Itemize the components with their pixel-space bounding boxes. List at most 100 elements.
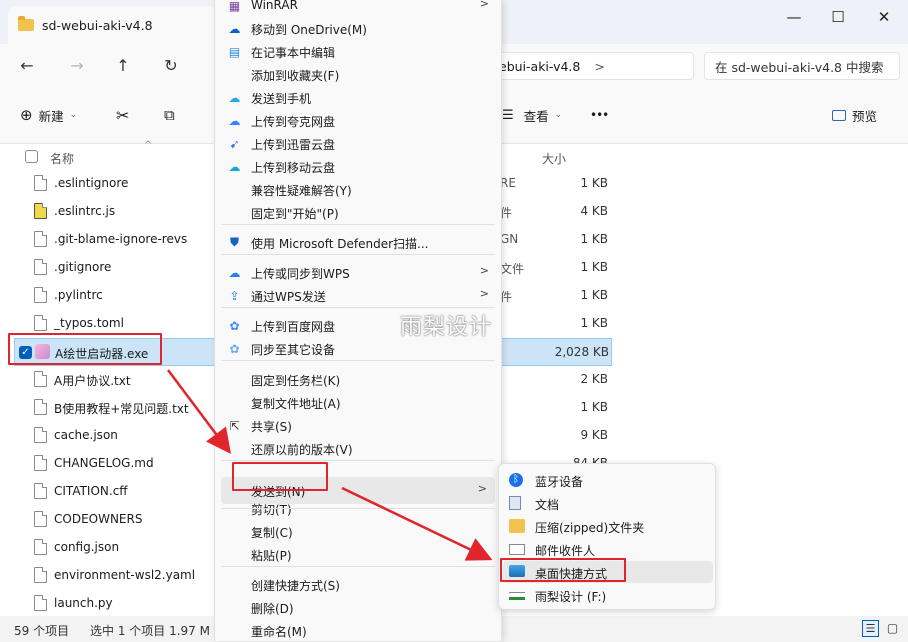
plus-circle-icon: ⊕: [20, 106, 33, 124]
more-options-icon[interactable]: •••: [590, 104, 609, 126]
up-arrow-icon[interactable]: ↑: [110, 54, 136, 76]
menu-separator: [221, 508, 495, 509]
sendto-item-label: 蓝牙设备: [535, 475, 584, 489]
folder-icon: [18, 16, 34, 31]
file-icon: [34, 455, 47, 471]
zip-folder-icon: [509, 519, 525, 533]
file-size: 1 KB: [580, 400, 608, 414]
chevron-right-icon: >: [477, 482, 487, 495]
file-size: 1 KB: [580, 260, 608, 274]
file-name: A绘世启动器.exe: [55, 347, 149, 361]
sendto-item-5[interactable]: 桌面快捷方式: [503, 561, 713, 583]
window-tab[interactable]: sd-webui-aki-v4.8: [8, 6, 216, 44]
menu-item-6[interactable]: ☁ 上传到夸克网盘: [215, 109, 501, 132]
wps-cloud-icon: ☁: [228, 265, 241, 280]
menu-item-1[interactable]: ▦ WinRAR >: [215, 0, 501, 17]
file-name: .git-blame-ignore-revs: [54, 232, 188, 246]
menu-item-26[interactable]: 重命名(M): [215, 619, 501, 642]
sendto-item-3[interactable]: 压缩(zipped)文件夹: [503, 515, 713, 537]
menu-item-label: WinRAR: [251, 0, 298, 12]
new-button[interactable]: ⊕ 新建 ⌄: [20, 104, 77, 126]
search-input[interactable]: 在 sd-webui-aki-v4.8 中搜索: [704, 52, 900, 80]
scissors-icon[interactable]: ✂: [116, 104, 129, 126]
chevron-right-icon: >: [479, 0, 489, 10]
menu-item-label: 固定到"开始"(P): [251, 207, 339, 221]
file-icon: [34, 427, 47, 443]
xunlei-icon: ➹: [229, 136, 240, 151]
address-bar[interactable]: ebui-aki-v4.8 >: [498, 52, 694, 80]
file-icon: [34, 371, 47, 387]
file-icon: [34, 231, 47, 247]
menu-item-label: 复制文件地址(A): [251, 397, 341, 411]
menu-item-8[interactable]: ☁ 上传到移动云盘: [215, 155, 501, 178]
menu-item-25[interactable]: 删除(D): [215, 596, 501, 619]
file-icon: [34, 483, 47, 499]
menu-item-12[interactable]: ☁ 上传或同步到WPS >: [215, 261, 501, 284]
menu-item-10[interactable]: 固定到"开始"(P): [215, 201, 501, 224]
menu-item-16[interactable]: 固定到任务栏(K): [215, 368, 501, 391]
sendto-item-6[interactable]: 雨梨设计 (F:): [503, 584, 713, 606]
menu-item-24[interactable]: 创建快捷方式(S): [215, 573, 501, 596]
sendto-item-2[interactable]: 文档: [503, 492, 713, 514]
chevron-right-icon: >: [479, 264, 489, 277]
preview-label: 预览: [852, 108, 878, 124]
menu-item-18[interactable]: ⇱ 共享(S): [215, 414, 501, 437]
file-name: .pylintrc: [54, 288, 103, 302]
menu-item-11[interactable]: ⛊ 使用 Microsoft Defender扫描...: [215, 231, 501, 254]
close-button[interactable]: ✕: [862, 4, 906, 30]
menu-item-17[interactable]: 复制文件地址(A): [215, 391, 501, 414]
menu-item-5[interactable]: ☁ 发送到手机: [215, 86, 501, 109]
mail-icon: [509, 544, 525, 555]
back-arrow-icon[interactable]: ←: [14, 54, 40, 76]
menu-item-label: 上传到夸克网盘: [251, 115, 336, 129]
menu-item-label: 还原以前的版本(V): [251, 443, 353, 457]
share-icon: ⇱: [229, 418, 240, 433]
menu-item-19[interactable]: 还原以前的版本(V): [215, 437, 501, 460]
sendto-item-label: 雨梨设计 (F:): [535, 590, 607, 604]
preview-button[interactable]: 预览: [832, 104, 877, 126]
menu-item-9[interactable]: 兼容性疑难解答(Y): [215, 178, 501, 201]
column-size[interactable]: 大小: [542, 150, 566, 167]
menu-item-label: 创建快捷方式(S): [251, 579, 340, 593]
chevron-right-icon: >: [479, 287, 489, 300]
maximize-button[interactable]: ☐: [816, 4, 860, 30]
menu-separator: [221, 254, 495, 255]
file-size: 9 KB: [580, 428, 608, 442]
file-size: 1 KB: [580, 316, 608, 330]
menu-separator: [221, 224, 495, 225]
row-checkbox[interactable]: ✓: [19, 346, 32, 359]
select-all-checkbox[interactable]: [25, 150, 38, 163]
menu-item-7[interactable]: ➹ 上传到迅雷云盘: [215, 132, 501, 155]
copy-icon[interactable]: ⧉: [164, 104, 175, 126]
menu-item-3[interactable]: ▤ 在记事本中编辑: [215, 40, 501, 63]
baidu-icon: ✿: [229, 318, 240, 333]
address-path: ebui-aki-v4.8: [499, 58, 581, 74]
view-button[interactable]: ☰ 查看 ⌄: [502, 104, 562, 126]
minimize-button[interactable]: —: [772, 4, 816, 30]
file-type: GN: [500, 232, 519, 246]
menu-item-2[interactable]: ☁ 移动到 OneDrive(M): [215, 17, 501, 40]
menu-item-13[interactable]: ⇪ 通过WPS发送 >: [215, 284, 501, 307]
menu-item-label: 同步至其它设备: [251, 343, 336, 357]
tiles-view-icon[interactable]: ▢: [884, 620, 901, 637]
refresh-icon[interactable]: ↻: [158, 54, 184, 76]
sendto-item-1[interactable]: ᛒ 蓝牙设备: [503, 469, 713, 491]
menu-item-label: 移动到 OneDrive(M): [251, 23, 367, 37]
file-size: 2 KB: [580, 372, 608, 386]
menu-item-label: 使用 Microsoft Defender扫描...: [251, 237, 429, 251]
menu-item-22[interactable]: 复制(C): [215, 520, 501, 543]
winrar-icon: ▦: [228, 0, 241, 13]
chevron-right-icon: >: [594, 58, 605, 74]
file-name: CODEOWNERS: [54, 512, 143, 526]
menu-item-4[interactable]: 添加到收藏夹(F): [215, 63, 501, 86]
sendto-item-4[interactable]: 邮件收件人: [503, 538, 713, 560]
menu-item-label: 共享(S): [251, 420, 292, 434]
forward-arrow-icon[interactable]: →: [64, 54, 90, 76]
file-name: A用户协议.txt: [54, 374, 131, 388]
notepad-icon: ▤: [228, 44, 241, 59]
menu-item-23[interactable]: 粘贴(P): [215, 543, 501, 566]
document-icon: [509, 496, 521, 510]
chevron-down-icon: ⌄: [554, 110, 563, 120]
column-name[interactable]: 名称: [50, 150, 74, 167]
details-view-icon[interactable]: ☰: [862, 620, 879, 637]
